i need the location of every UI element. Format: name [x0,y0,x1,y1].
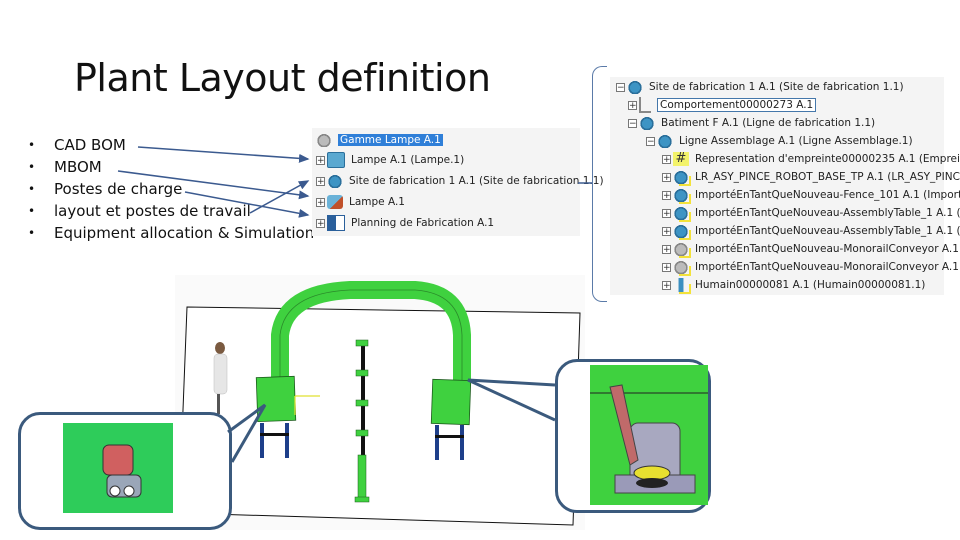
arrow-mbom [117,170,310,200]
callout-left-pointer [227,403,267,463]
annotation-arrows-layer [117,146,592,463]
arrow-cad-bom [137,146,310,163]
callout-right-pointer [467,378,556,422]
arrow-postes-de-charge [184,191,310,218]
arrow-layout [249,180,310,214]
